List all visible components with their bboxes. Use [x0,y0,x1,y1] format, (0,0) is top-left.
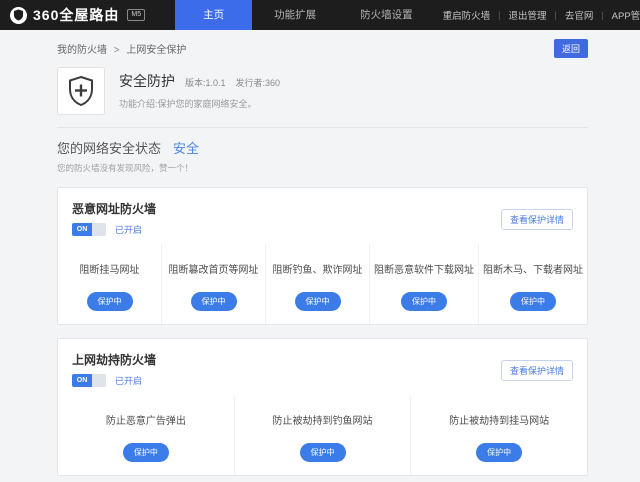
breadcrumb-current: 上网安全保护 [126,45,186,56]
logout-link[interactable]: 退出管理 [500,8,554,22]
model-badge: M5 [127,9,145,21]
top-nav-bar: 360全屋路由 M5 主页 功能扩展 防火墙设置 重启防火墙 | 退出管理 | … [0,0,640,30]
protection-label: 防止恶意广告弹出 [62,412,230,427]
tab-home[interactable]: 主页 [175,0,252,30]
router-admin-page: 360全屋路由 M5 主页 功能扩展 防火墙设置 重启防火墙 | 退出管理 | … [0,0,640,482]
tab-extensions[interactable]: 功能扩展 [252,0,338,30]
protection-item: 阻断钓鱼、欺诈网址 保护中 [265,244,369,324]
protection-label: 防止被劫持到挂马网站 [415,412,583,427]
header-links: 重启防火墙 | 退出管理 | 去官网 | APP管理 [435,0,640,30]
protecting-badge[interactable]: 保护中 [476,443,522,462]
card-hijack-firewall: 上网劫持防火墙 ON 已开启 查看保护详情 防止恶意广告弹出 保护中 防止被劫持… [57,338,588,476]
protection-item: 防止被劫持到挂马网站 保护中 [410,395,587,475]
card-title: 上网劫持防火墙 [72,351,573,368]
breadcrumb-my-firewall[interactable]: 我的防火墙 [57,45,107,56]
firewall-toggle[interactable]: ON [72,374,106,387]
protecting-badge[interactable]: 保护中 [191,292,237,311]
brand-logo[interactable]: 360全屋路由 M5 [0,0,157,30]
status-label: 您的网络安全状态 [57,138,161,157]
protecting-badge[interactable]: 保护中 [87,292,133,311]
security-status: 您的网络安全状态 安全 您的防火墙没有发现风险，赞一个！ [57,138,588,174]
protection-item: 阻断挂马网址 保护中 [58,244,161,324]
status-value: 安全 [173,138,199,157]
shield-plus-icon [57,67,105,115]
protection-label: 阻断挂马网址 [62,261,157,276]
brand-shield-icon [10,7,27,24]
app-info: 安全防护 版本:1.0.1 发行者:360 功能介绍:保护您的家庭网络安全。 [57,67,588,115]
app-meta: 安全防护 版本:1.0.1 发行者:360 功能介绍:保护您的家庭网络安全。 [119,67,280,115]
breadcrumb: 我的防火墙 > 上网安全保护 [57,41,186,56]
logo-text: 360全屋路由 [33,5,119,25]
protection-label: 防止被劫持到钓鱼网站 [239,412,407,427]
protecting-badge[interactable]: 保护中 [295,292,341,311]
toggle-on-label: ON [72,374,92,387]
view-protection-details-button[interactable]: 查看保护详情 [501,360,573,381]
protection-label: 阻断木马、下载者网址 [483,261,583,276]
restart-firewall-link[interactable]: 重启防火墙 [435,8,499,22]
protection-item: 防止被劫持到钓鱼网站 保护中 [234,395,411,475]
toggle-on-label: ON [72,223,92,236]
protecting-badge[interactable]: 保护中 [123,443,169,462]
protection-columns: 阻断挂马网址 保护中 阻断篡改首页等网址 保护中 阻断钓鱼、欺诈网址 保护中 阻… [58,244,587,324]
protecting-badge[interactable]: 保护中 [510,292,556,311]
protection-item: 防止恶意广告弹出 保护中 [58,395,234,475]
protection-columns: 防止恶意广告弹出 保护中 防止被劫持到钓鱼网站 保护中 防止被劫持到挂马网站 保… [58,395,587,475]
section-divider [57,127,588,128]
app-version: 版本:1.0.1 [185,76,226,89]
protection-label: 阻断恶意软件下载网址 [374,261,474,276]
back-button[interactable]: 返回 [554,39,588,58]
card-head: 上网劫持防火墙 ON 已开启 查看保护详情 [58,339,587,395]
app-title: 安全防护 [119,71,175,91]
protection-item: 阻断篡改首页等网址 保护中 [161,244,265,324]
protecting-badge[interactable]: 保护中 [401,292,447,311]
protection-label: 阻断钓鱼、欺诈网址 [270,261,365,276]
firewall-toggle[interactable]: ON [72,223,106,236]
app-publisher: 发行者:360 [236,76,281,89]
content-area: 我的防火墙 > 上网安全保护 返回 安全防护 版本:1.0.1 发行者:360 [0,30,640,482]
protection-item: 阻断木马、下载者网址 保护中 [478,244,587,324]
toggle-knob [92,374,106,387]
app-manage-link[interactable]: APP管理 [604,8,640,22]
status-note: 您的防火墙没有发现风险，赞一个！ [57,162,588,174]
official-site-link[interactable]: 去官网 [557,8,602,22]
breadcrumb-row: 我的防火墙 > 上网安全保护 返回 [57,30,588,65]
card-head: 恶意网址防火墙 ON 已开启 查看保护详情 [58,188,587,244]
protection-label: 阻断篡改首页等网址 [166,261,261,276]
breadcrumb-separator: > [114,45,120,56]
protection-item: 阻断恶意软件下载网址 保护中 [369,244,478,324]
toggle-state-label: 已开启 [115,223,142,236]
toggle-state-label: 已开启 [115,374,142,387]
protecting-badge[interactable]: 保护中 [300,443,346,462]
view-protection-details-button[interactable]: 查看保护详情 [501,209,573,230]
app-description: 功能介绍:保护您的家庭网络安全。 [119,97,280,110]
tab-firewall-settings[interactable]: 防火墙设置 [338,0,435,30]
card-title: 恶意网址防火墙 [72,200,573,217]
card-malicious-url-firewall: 恶意网址防火墙 ON 已开启 查看保护详情 阻断挂马网址 保护中 阻断篡改首页等… [57,187,588,325]
main-nav: 主页 功能扩展 防火墙设置 [175,0,435,30]
toggle-knob [92,223,106,236]
